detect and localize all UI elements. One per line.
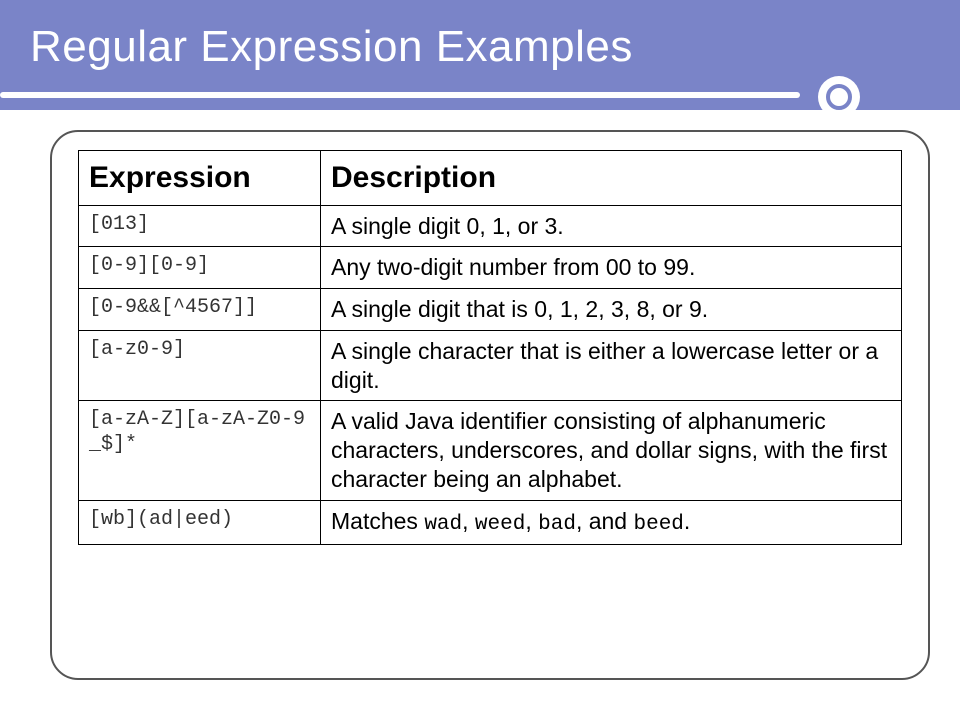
expression-cell: [wb](ad|eed) [79,500,321,544]
col-header-description: Description [321,151,902,206]
expression-cell: [0-9][0-9] [79,247,321,289]
table-row: [013] A single digit 0, 1, or 3. [79,205,902,247]
table-header-row: Expression Description [79,151,902,206]
table-row: [a-zA-Z][a-zA-Z0-9_$]* A valid Java iden… [79,401,902,500]
regex-table: Expression Description [013] A single di… [78,150,902,545]
description-cell: Any two-digit number from 00 to 99. [321,247,902,289]
description-cell: A single digit that is 0, 1, 2, 3, 8, or… [321,289,902,331]
table-row: [wb](ad|eed) Matches wad, weed, bad, and… [79,500,902,544]
table-row: [0-9&&[^4567]] A single digit that is 0,… [79,289,902,331]
expression-cell: [013] [79,205,321,247]
description-cell: A single digit 0, 1, or 3. [321,205,902,247]
content-card: Expression Description [013] A single di… [50,130,930,680]
description-cell: A valid Java identifier consisting of al… [321,401,902,500]
table-row: [0-9][0-9] Any two-digit number from 00 … [79,247,902,289]
description-cell: A single character that is either a lowe… [321,330,902,401]
table-row: [a-z0-9] A single character that is eith… [79,330,902,401]
slide-header: Regular Expression Examples [0,0,960,86]
slide-title: Regular Expression Examples [30,22,930,72]
expression-cell: [a-zA-Z][a-zA-Z0-9_$]* [79,401,321,500]
description-cell: Matches wad, weed, bad, and beed. [321,500,902,544]
expression-cell: [a-z0-9] [79,330,321,401]
col-header-expression: Expression [79,151,321,206]
expression-cell: [0-9&&[^4567]] [79,289,321,331]
